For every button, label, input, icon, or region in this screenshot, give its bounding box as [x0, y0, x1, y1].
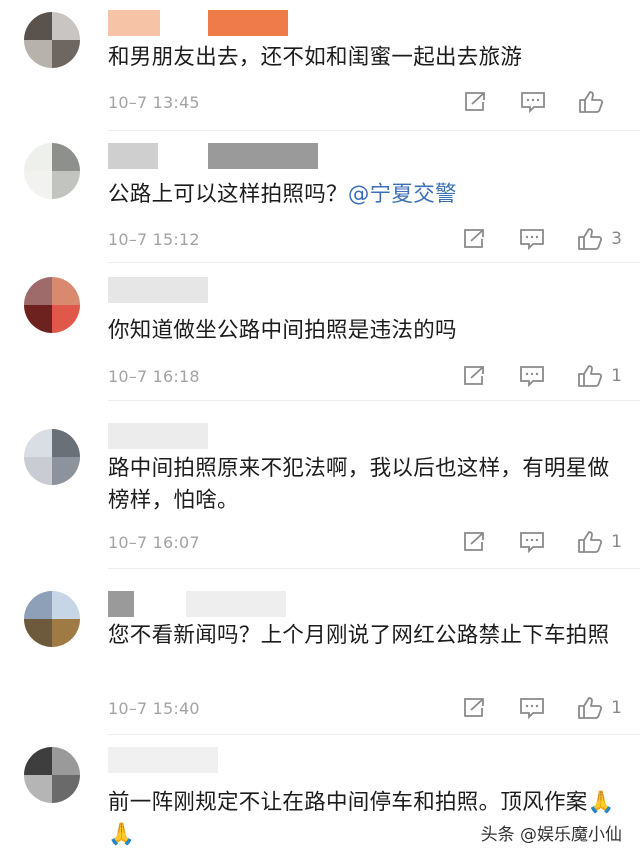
watermark: 头条 @娱乐魔小仙 [480, 825, 622, 845]
like-count: 1 [611, 532, 622, 552]
comment-body: 公路上可以这样拍照吗？ [108, 182, 348, 207]
comment-icon[interactable] [517, 226, 547, 252]
comment-actions: 3 [431, 226, 622, 252]
comment-actions [432, 89, 622, 115]
comment-item: 公路上可以这样拍照吗？@宁夏交警 10–7 15:12 3 [0, 131, 640, 261]
avatar[interactable] [24, 429, 80, 485]
avatar[interactable] [24, 591, 80, 647]
like-icon[interactable] [575, 226, 605, 252]
share-icon[interactable] [459, 226, 489, 252]
comment-actions: 1 [431, 363, 622, 389]
comment-icon[interactable] [518, 89, 548, 115]
comment-text: 路中间拍照原来不犯法啊，我以后也这样，有明星做榜样，怕啥。 [108, 456, 610, 513]
mention-link[interactable]: @宁夏交警 [348, 182, 457, 207]
comment-text: 您不看新闻吗？上个月刚说了网红公路禁止下车拍照 [108, 623, 610, 648]
comment-item: 和男朋友出去，还不如和闺蜜一起出去旅游 10–7 13:45 [0, 0, 640, 130]
comment-icon[interactable] [517, 695, 547, 721]
like-icon[interactable] [575, 363, 605, 389]
like-icon[interactable] [576, 89, 606, 115]
share-icon[interactable] [459, 363, 489, 389]
comment-time: 10–7 13:45 [108, 93, 200, 112]
share-icon[interactable] [459, 529, 489, 555]
like-icon[interactable] [575, 695, 605, 721]
comment-item: 您不看新闻吗？上个月刚说了网红公路禁止下车拍照 10–7 15:40 1 [0, 569, 640, 733]
comment-actions: 1 [431, 695, 622, 721]
like-count: 1 [611, 366, 622, 386]
avatar[interactable] [24, 12, 80, 68]
comment-text: 和男朋友出去，还不如和闺蜜一起出去旅游 [108, 45, 523, 70]
comment-text: 你知道做坐公路中间拍照是违法的吗 [108, 318, 457, 343]
comment-item: 路中间拍照原来不犯法啊，我以后也这样，有明星做榜样，怕啥。 10–7 16:07… [0, 401, 640, 567]
comment-body: 前一阵刚规定不让在路中间停车和拍照。顶风作案 [108, 790, 588, 815]
comment-text: 公路上可以这样拍照吗？@宁夏交警 [108, 179, 618, 211]
comment-icon[interactable] [517, 529, 547, 555]
avatar[interactable] [24, 277, 80, 333]
comment-time: 10–7 15:40 [108, 699, 200, 718]
avatar[interactable] [24, 143, 80, 199]
like-count: 3 [611, 229, 622, 249]
comment-icon[interactable] [517, 363, 547, 389]
share-icon[interactable] [459, 695, 489, 721]
comment-actions: 1 [431, 529, 622, 555]
comment-time: 10–7 16:18 [108, 367, 200, 386]
comment-time: 10–7 16:07 [108, 533, 200, 552]
avatar[interactable] [24, 747, 80, 803]
comment-item: 你知道做坐公路中间拍照是违法的吗 10–7 16:18 1 [0, 263, 640, 399]
like-icon[interactable] [575, 529, 605, 555]
like-count: 1 [611, 698, 622, 718]
comment-time: 10–7 15:12 [108, 230, 200, 249]
share-icon[interactable] [460, 89, 490, 115]
